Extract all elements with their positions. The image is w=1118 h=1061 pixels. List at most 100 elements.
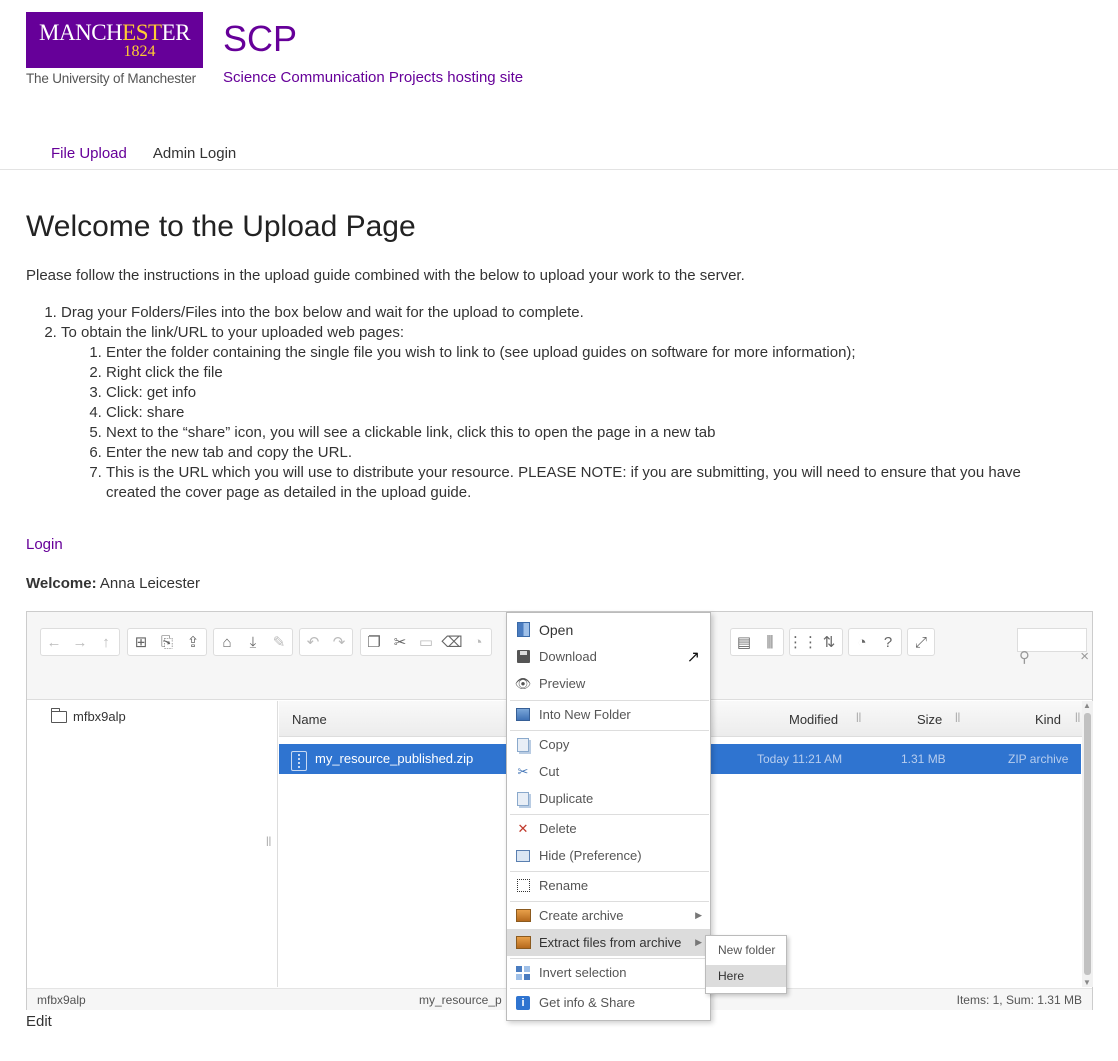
substep-item: Enter the folder containing the single f… xyxy=(106,343,1066,363)
status-summary: Items: 1, Sum: 1.31 MB xyxy=(956,993,1082,1007)
paste-icon[interactable]: ▭ xyxy=(413,629,439,655)
menu-delete[interactable]: ✕ Delete xyxy=(507,815,710,842)
search-controls: ⚲ × xyxy=(1019,648,1089,666)
column-resize-handle[interactable]: || xyxy=(955,712,960,723)
scissors-icon: ✂ xyxy=(517,763,529,779)
upload-icon[interactable]: ⇪ xyxy=(180,629,206,655)
menu-label: Rename xyxy=(539,878,589,893)
help-icon[interactable]: ? xyxy=(875,629,901,655)
extract-icon[interactable]: ⫼ xyxy=(757,629,783,655)
column-resize-handle[interactable]: || xyxy=(856,712,861,723)
view-group: ⋮⋮ ⇅ xyxy=(788,628,843,656)
file-modified: Today 11:21 AM xyxy=(757,752,843,766)
menu-hide[interactable]: Hide (Preference) xyxy=(507,842,710,869)
menu-label: Get info & Share xyxy=(539,995,636,1010)
sort-icon[interactable]: ⇅ xyxy=(816,629,842,655)
menu-preview[interactable]: 👁 Preview xyxy=(507,670,710,697)
substep-item: Click: share xyxy=(106,403,1066,423)
substep-item: Next to the “share” icon, you will see a… xyxy=(106,423,1066,443)
download-icon[interactable]: ⤓ xyxy=(240,629,266,655)
eye-icon: 👁 xyxy=(514,675,532,691)
context-menu: Open Download ↗ 👁 Preview Into New Folde… xyxy=(506,612,711,1021)
menu-cut[interactable]: ✂ Cut xyxy=(507,758,710,785)
menu-label: Hide (Preference) xyxy=(539,848,642,863)
archive-icon[interactable]: ▤ xyxy=(731,629,757,655)
menu-invert-selection[interactable]: Invert selection xyxy=(507,959,710,986)
scroll-thumb[interactable] xyxy=(1084,713,1091,975)
new-file-icon[interactable]: ⎘ xyxy=(154,629,180,655)
site-subtitle: Science Communication Projects hosting s… xyxy=(223,69,524,86)
delete-icon[interactable]: ⌫ xyxy=(439,629,465,655)
main-nav: File Upload Admin Login xyxy=(51,145,236,162)
grid-view-icon[interactable]: ⋮⋮ xyxy=(788,629,818,655)
pane-resize-handle[interactable]: || xyxy=(266,836,271,847)
new-folder-icon[interactable]: ⊞ xyxy=(128,629,154,655)
nav-divider xyxy=(0,169,1118,170)
copy-icon[interactable]: ❐ xyxy=(361,629,387,655)
nav-file-upload[interactable]: File Upload xyxy=(51,145,127,162)
tree-folder[interactable]: mfbx9alp xyxy=(51,707,126,724)
menu-rename[interactable]: Rename xyxy=(507,872,710,899)
status-selected: my_resource_p xyxy=(419,993,502,1007)
back-icon[interactable]: ← xyxy=(41,629,67,655)
menu-download[interactable]: Download ↗ xyxy=(507,643,710,670)
list-scrollbar[interactable]: ▲ ▼ xyxy=(1082,701,1093,987)
scroll-down-arrow[interactable]: ▼ xyxy=(1083,978,1091,987)
menu-label: Copy xyxy=(539,737,570,752)
tree-folder-label: mfbx9alp xyxy=(73,709,126,724)
undo-icon[interactable]: ↶ xyxy=(300,629,326,655)
menu-create-archive[interactable]: Create archive ▶ xyxy=(507,902,710,929)
open-icon xyxy=(515,622,531,638)
help-group: ◔ ? xyxy=(848,628,902,656)
university-logo[interactable]: MANCHESTER 1824 The University of Manche… xyxy=(26,12,204,86)
column-modified[interactable]: Modified xyxy=(789,712,838,727)
search-icon[interactable]: ⚲ xyxy=(1019,648,1030,666)
menu-label: Duplicate xyxy=(539,791,594,806)
column-size[interactable]: Size xyxy=(917,712,942,727)
invert-icon xyxy=(515,965,531,981)
menu-extract-archive[interactable]: Extract files from archive ▶ xyxy=(507,929,710,956)
substep-item: Enter the new tab and copy the URL. xyxy=(106,443,1066,463)
intro-text: Please follow the instructions in the up… xyxy=(26,267,745,284)
fullscreen-group: ⤢ xyxy=(907,628,935,656)
step-text: To obtain the link/URL to your uploaded … xyxy=(61,324,405,341)
scroll-up-arrow[interactable]: ▲ xyxy=(1083,701,1091,710)
menu-copy[interactable]: Copy xyxy=(507,731,710,758)
column-name[interactable]: Name xyxy=(292,712,327,727)
submenu-here[interactable]: Here xyxy=(706,965,786,987)
welcome-label: Welcome: xyxy=(26,575,97,592)
up-icon[interactable]: ↑ xyxy=(93,629,119,655)
empty-icon[interactable]: ◔ xyxy=(465,629,491,655)
column-kind[interactable]: Kind xyxy=(1035,712,1061,727)
menu-duplicate[interactable]: Duplicate xyxy=(507,785,710,812)
menu-open[interactable]: Open xyxy=(507,616,710,643)
menu-into-new-folder[interactable]: Into New Folder xyxy=(507,701,710,728)
menu-label: Invert selection xyxy=(539,965,627,980)
fullscreen-icon[interactable]: ⤢ xyxy=(908,629,934,655)
submenu-new-folder[interactable]: New folder xyxy=(706,939,786,961)
forward-icon[interactable]: → xyxy=(67,629,93,655)
column-resize-handle[interactable]: || xyxy=(1075,712,1080,723)
extract-submenu: New folder Here xyxy=(705,935,787,994)
welcome-text: Welcome: Anna Leicester xyxy=(26,575,200,592)
menu-get-info[interactable]: i Get info & Share xyxy=(507,989,710,1016)
substep-item: Click: get info xyxy=(106,383,1066,403)
file-kind: ZIP archive xyxy=(1008,752,1069,766)
edit-link[interactable]: Edit xyxy=(26,1013,52,1030)
cut-icon[interactable]: ✂ xyxy=(387,629,413,655)
preferences-icon[interactable]: ◔ xyxy=(849,629,875,655)
create-group: ⊞ ⎘ ⇪ xyxy=(127,628,207,656)
substeps-list: Enter the folder containing the single f… xyxy=(61,343,1066,503)
substep-item: This is the URL which you will use to di… xyxy=(106,463,1066,503)
rename-icon xyxy=(515,878,531,894)
file-name: my_resource_published.zip xyxy=(315,751,474,766)
get-info-icon[interactable]: ✎ xyxy=(266,629,292,655)
menu-label: Download xyxy=(539,649,597,664)
open-folder-icon[interactable]: ⌂ xyxy=(214,629,240,655)
logo-name: MANCHESTER xyxy=(26,12,203,44)
clear-search-icon[interactable]: × xyxy=(1080,648,1089,666)
nav-admin-login[interactable]: Admin Login xyxy=(153,145,236,162)
redo-icon[interactable]: ↷ xyxy=(326,629,352,655)
menu-label: Extract files from archive xyxy=(539,935,682,950)
login-link[interactable]: Login xyxy=(26,536,63,553)
